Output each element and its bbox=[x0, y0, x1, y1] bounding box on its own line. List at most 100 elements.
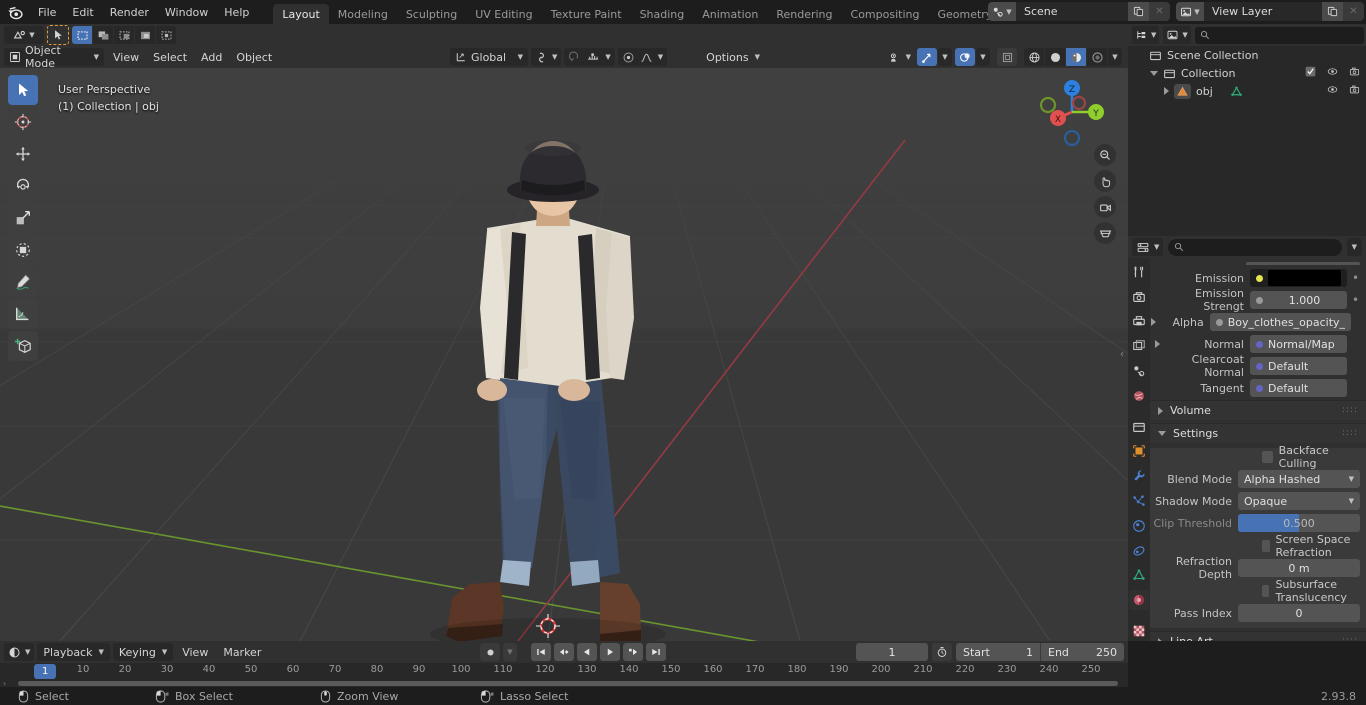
outliner-search-input[interactable] bbox=[1194, 26, 1364, 44]
shading-material-preview-button[interactable] bbox=[1066, 48, 1086, 66]
scene-name[interactable]: Scene bbox=[1016, 2, 1128, 21]
play-reverse-button[interactable] bbox=[577, 643, 597, 661]
outliner-row-collection[interactable]: Collection bbox=[1128, 64, 1366, 82]
transform-tool[interactable] bbox=[8, 235, 38, 265]
tab-output-properties[interactable] bbox=[1129, 312, 1149, 332]
tab-object-properties[interactable] bbox=[1129, 442, 1149, 462]
annotate-tool[interactable] bbox=[8, 267, 38, 297]
tab-texture-properties[interactable] bbox=[1129, 621, 1149, 641]
emission-color-field[interactable] bbox=[1250, 269, 1347, 287]
scene-selector[interactable]: ▼ Scene ✕ bbox=[988, 2, 1170, 21]
new-view-layer-button[interactable] bbox=[1322, 2, 1343, 21]
character-model[interactable] bbox=[0, 68, 1128, 641]
outliner-editor-type-selector[interactable]: ▼ bbox=[1132, 26, 1160, 44]
timeline-scrubbing-bar[interactable]: 10 20 30 40 50 60 70 80 90 100 110 120 130 140 150 160 1… bbox=[0, 663, 1128, 680]
workspace-tab-uv-editing[interactable]: UV Editing bbox=[466, 4, 541, 24]
menu-render[interactable]: Render bbox=[102, 3, 157, 21]
toggle-ortho-button[interactable] bbox=[1094, 222, 1116, 244]
workspace-tab-modeling[interactable]: Modeling bbox=[329, 4, 397, 24]
view-layer-icon[interactable]: ▼ bbox=[1176, 2, 1204, 21]
menu-window[interactable]: Window bbox=[157, 3, 216, 21]
subsurface-translucency-checkbox[interactable] bbox=[1262, 585, 1270, 597]
shading-rendered-button[interactable] bbox=[1087, 48, 1107, 66]
pass-index-field[interactable]: 0 bbox=[1238, 604, 1360, 622]
viewport-menu-add[interactable]: Add bbox=[195, 48, 229, 66]
blend-mode-dropdown[interactable]: Alpha Hashed ▼ bbox=[1238, 470, 1360, 488]
animate-property-icon[interactable]: • bbox=[1351, 293, 1360, 307]
rotate-tool[interactable] bbox=[8, 171, 38, 201]
jump-to-next-keyframe-button[interactable] bbox=[623, 643, 643, 661]
view-layer-selector[interactable]: ▼ View Layer ✕ bbox=[1176, 2, 1364, 21]
panel-line-art[interactable]: Line Art:::: bbox=[1150, 631, 1366, 641]
select-subtract-button[interactable] bbox=[114, 26, 134, 44]
timeline-view-menu[interactable]: View bbox=[176, 643, 215, 661]
unlink-scene-button[interactable]: ✕ bbox=[1149, 2, 1170, 21]
shading-options-dropdown[interactable]: ▼ bbox=[1108, 48, 1122, 66]
exclude-checkbox[interactable] bbox=[1305, 66, 1316, 80]
falloff-group[interactable]: ▼ bbox=[617, 48, 668, 66]
xray-toggle[interactable] bbox=[997, 48, 1017, 66]
properties-search-field[interactable] bbox=[1188, 240, 1336, 254]
select-extend-button[interactable] bbox=[93, 26, 113, 44]
outliner-row-scene-collection[interactable]: Scene Collection bbox=[1128, 46, 1366, 64]
playhead-indicator[interactable]: 1 bbox=[34, 664, 57, 679]
workspace-tab-texture-paint[interactable]: Texture Paint bbox=[542, 4, 631, 24]
tab-modifier-properties[interactable] bbox=[1129, 466, 1149, 486]
tab-world-properties[interactable] bbox=[1129, 386, 1149, 406]
clip-threshold-slider[interactable]: 0.500 bbox=[1238, 514, 1360, 532]
panel-settings[interactable]: Settings :::: bbox=[1150, 423, 1366, 443]
transform-orientation-selector[interactable]: Global ▼ bbox=[450, 48, 528, 66]
3d-viewport[interactable]: User Perspective (1) Collection | obj Z … bbox=[0, 68, 1128, 641]
scale-tool[interactable] bbox=[8, 203, 38, 233]
tab-object-data-properties[interactable] bbox=[1129, 566, 1149, 586]
animate-property-icon[interactable]: • bbox=[1351, 271, 1360, 285]
show-overlays-toggle[interactable] bbox=[955, 48, 975, 66]
hide-in-viewport-icon[interactable] bbox=[1327, 66, 1338, 80]
menu-file[interactable]: File bbox=[30, 3, 64, 21]
timeline-editor-type-selector[interactable]: ▼ bbox=[4, 643, 35, 661]
shading-wireframe-button[interactable] bbox=[1024, 48, 1044, 66]
disable-in-renders-icon[interactable] bbox=[1349, 66, 1360, 80]
tab-collection-properties[interactable] bbox=[1129, 417, 1149, 437]
navigation-gizmo[interactable]: Z Y X bbox=[1034, 74, 1110, 150]
current-frame-field[interactable]: 1 bbox=[856, 643, 928, 661]
chevron-right-icon[interactable] bbox=[1150, 318, 1158, 326]
interaction-mode-selector[interactable]: Object Mode ▼ bbox=[4, 44, 104, 70]
measure-tool[interactable] bbox=[8, 299, 38, 329]
workspace-tab-layout[interactable]: Layout bbox=[273, 4, 329, 24]
select-invert-button[interactable] bbox=[135, 26, 155, 44]
tweak-tool-indicator[interactable] bbox=[47, 25, 69, 45]
scene-icon[interactable]: ▼ bbox=[988, 2, 1016, 21]
properties-editor-type-selector[interactable]: ▼ bbox=[1132, 238, 1164, 256]
select-set-button[interactable] bbox=[72, 26, 92, 44]
keying-menu[interactable]: Keying ▼ bbox=[112, 643, 174, 661]
tab-constraint-properties[interactable] bbox=[1129, 541, 1149, 561]
gizmo-options-dropdown[interactable]: ▼ bbox=[938, 48, 952, 66]
link-field-clearcoat-normal[interactable]: Default bbox=[1250, 357, 1347, 375]
zoom-view-button[interactable] bbox=[1094, 144, 1116, 166]
chevron-right-icon[interactable] bbox=[1150, 340, 1164, 348]
overlay-options-dropdown[interactable]: ▼ bbox=[976, 48, 990, 66]
remove-view-layer-button[interactable]: ✕ bbox=[1343, 2, 1364, 21]
timeline-horizontal-scrollbar[interactable] bbox=[18, 681, 1118, 686]
shading-solid-button[interactable] bbox=[1045, 48, 1065, 66]
disable-in-renders-icon[interactable] bbox=[1349, 84, 1360, 98]
screen-space-refraction-checkbox[interactable] bbox=[1262, 540, 1270, 552]
color-swatch[interactable] bbox=[1268, 270, 1341, 286]
workspace-tab-animation[interactable]: Animation bbox=[693, 4, 767, 24]
select-intersect-button[interactable] bbox=[156, 26, 176, 44]
emission-strength-field[interactable]: 1.000 bbox=[1250, 291, 1347, 309]
use-preview-range-toggle[interactable] bbox=[932, 643, 952, 661]
backface-culling-checkbox[interactable] bbox=[1262, 451, 1273, 463]
jump-to-start-button[interactable] bbox=[531, 643, 551, 661]
tab-particle-properties[interactable] bbox=[1129, 491, 1149, 511]
viewport-menu-view[interactable]: View bbox=[107, 48, 146, 66]
proportional-edit-group[interactable]: ▼ bbox=[564, 48, 615, 66]
refraction-depth-field[interactable]: 0 m bbox=[1238, 559, 1360, 577]
workspace-tab-sculpting[interactable]: Sculpting bbox=[397, 4, 466, 24]
end-frame-field[interactable]: End 250 bbox=[1040, 643, 1124, 661]
menu-edit[interactable]: Edit bbox=[64, 3, 101, 21]
shadow-mode-dropdown[interactable]: Opaque ▼ bbox=[1238, 492, 1360, 510]
viewport-menu-select[interactable]: Select bbox=[147, 48, 194, 66]
workspace-tab-rendering[interactable]: Rendering bbox=[767, 4, 841, 24]
